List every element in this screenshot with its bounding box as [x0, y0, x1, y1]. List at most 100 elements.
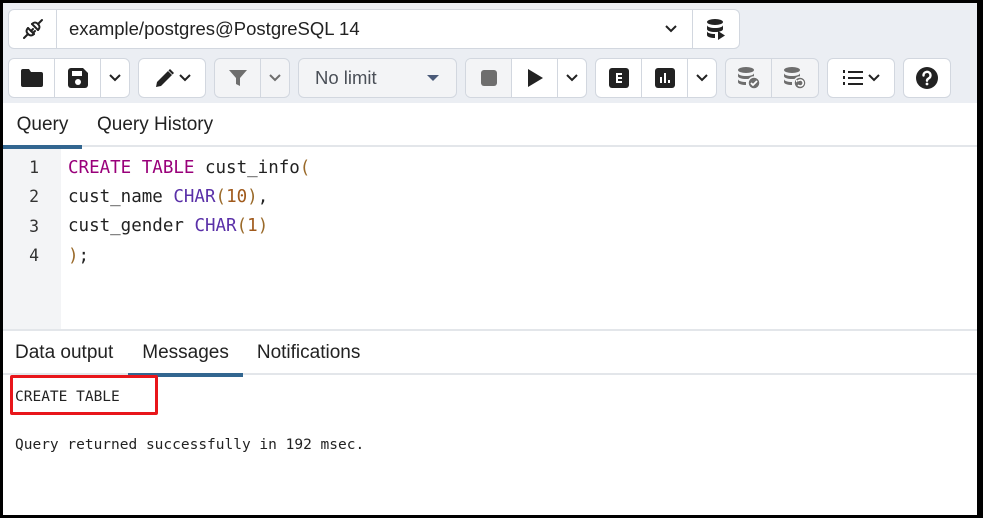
code-token: 1	[247, 216, 258, 237]
play-icon	[526, 68, 544, 88]
database-check-icon	[736, 66, 762, 90]
chevron-down-icon	[664, 24, 678, 34]
tab-query-history[interactable]: Query History	[82, 103, 213, 147]
query-toolbar: No limit	[8, 58, 951, 98]
code-token: cust_name	[68, 186, 174, 207]
open-file-button[interactable]	[9, 59, 55, 97]
filter-group	[214, 58, 290, 98]
stop-button[interactable]	[466, 59, 512, 97]
execute-script-button[interactable]	[693, 10, 739, 48]
stop-icon	[480, 69, 498, 87]
explain-group	[595, 58, 717, 98]
connection-group: example/postgres@PostgreSQL 14	[8, 9, 740, 49]
code-text: cust_name CHAR(10),	[68, 187, 268, 207]
tab-query-history-label: Query History	[97, 114, 214, 135]
connection-select[interactable]: example/postgres@PostgreSQL 14	[57, 10, 693, 48]
explain-analyze-button[interactable]	[642, 59, 688, 97]
tab-messages-label: Messages	[142, 342, 229, 363]
code-token: )	[257, 216, 269, 237]
chevron-down-icon	[867, 74, 880, 82]
pencil-icon	[154, 67, 176, 89]
chevron-down-icon	[566, 74, 578, 82]
connection-status-button[interactable]	[9, 10, 57, 48]
transaction-group	[725, 58, 819, 98]
database-undo-icon	[782, 66, 808, 90]
chevron-down-icon	[269, 74, 281, 82]
code-token: )	[247, 186, 258, 207]
connection-label: example/postgres@PostgreSQL 14	[69, 18, 360, 39]
code-token: CHAR	[194, 216, 237, 237]
line-number: 1	[29, 158, 39, 178]
connection-bar: example/postgres@PostgreSQL 14	[8, 9, 740, 49]
caret-down-icon	[426, 74, 440, 82]
execute-button[interactable]	[512, 59, 558, 97]
chevron-down-icon	[178, 74, 191, 82]
row-limit-label: No limit	[315, 67, 377, 88]
line-number: 4	[29, 246, 39, 266]
line-number: 3	[29, 216, 39, 236]
query-tool-window: example/postgres@PostgreSQL 14 No limit …	[3, 3, 977, 515]
output-panel: Data output Messages Notifications CREAT…	[3, 329, 977, 515]
tab-data-output[interactable]: Data output	[3, 331, 128, 375]
save-menu-button[interactable]	[101, 59, 129, 97]
execute-menu-button[interactable]	[558, 59, 586, 97]
row-limit-select[interactable]: No limit	[299, 59, 456, 97]
code-token: (	[236, 216, 248, 237]
filter-menu-button[interactable]	[261, 59, 289, 97]
tab-query[interactable]: Query	[3, 103, 82, 149]
commit-button[interactable]	[726, 59, 772, 97]
code-token: ,	[257, 186, 269, 207]
sql-editor[interactable]: 1 CREATE TABLE cust_info(2 cust_name CHAR(…	[3, 153, 977, 270]
limit-group: No limit	[298, 58, 457, 98]
code-text: CREATE TABLE cust_info(	[68, 158, 310, 178]
editor-panel: Query Query History 1 CREATE TABLE cust_i…	[3, 103, 977, 329]
numbered-list-icon	[842, 69, 865, 87]
macros-group	[827, 58, 895, 98]
explain-e-icon	[608, 68, 629, 88]
bar-chart-icon	[654, 68, 675, 88]
help-button[interactable]	[904, 59, 950, 97]
code-line[interactable]: 3 cust_gender CHAR(1)	[3, 212, 977, 241]
message-query-result: Query returned successfully in 192 msec.	[15, 437, 365, 453]
code-token: 10	[226, 186, 248, 207]
code-token: CHAR	[173, 186, 216, 207]
rollback-button[interactable]	[772, 59, 818, 97]
folder-icon	[20, 68, 44, 88]
tab-query-label: Query	[16, 114, 69, 135]
help-circle-icon	[916, 67, 938, 89]
help-group	[903, 58, 951, 98]
code-token: cust_gender	[68, 216, 195, 237]
database-play-icon	[705, 18, 727, 40]
tab-notifications[interactable]: Notifications	[243, 331, 375, 375]
file-group	[8, 58, 130, 98]
explain-button[interactable]	[596, 59, 642, 97]
macros-menu-button[interactable]	[828, 59, 894, 97]
code-token: ;	[78, 245, 90, 266]
code-token: cust_info	[194, 157, 300, 178]
line-number: 2	[29, 187, 39, 207]
filter-button[interactable]	[215, 59, 261, 97]
code-token: )	[68, 245, 79, 266]
explain-menu-button[interactable]	[688, 59, 716, 97]
tab-notifications-label: Notifications	[256, 342, 361, 363]
code-token: (	[215, 186, 227, 207]
filter-icon	[228, 68, 248, 88]
editor-tabs: Query Query History	[3, 103, 977, 149]
execute-group	[465, 58, 587, 98]
code-text: cust_gender CHAR(1)	[68, 216, 268, 236]
save-icon	[67, 67, 89, 89]
code-line[interactable]: 1 CREATE TABLE cust_info(	[3, 153, 977, 182]
plug-connected-icon	[21, 17, 45, 41]
save-file-button[interactable]	[55, 59, 101, 97]
code-text: );	[68, 246, 89, 266]
edit-menu-button[interactable]	[139, 59, 205, 97]
code-line[interactable]: 4);	[3, 241, 977, 270]
code-line[interactable]: 2 cust_name CHAR(10),	[3, 182, 977, 211]
output-tabs: Data output Messages Notifications	[3, 331, 977, 377]
code-token: (	[299, 157, 311, 178]
edit-group	[138, 58, 206, 98]
tab-messages[interactable]: Messages	[128, 331, 243, 377]
tab-data-output-label: Data output	[15, 342, 114, 363]
message-command-tag: CREATE TABLE	[15, 389, 120, 405]
chevron-down-icon	[109, 74, 121, 82]
